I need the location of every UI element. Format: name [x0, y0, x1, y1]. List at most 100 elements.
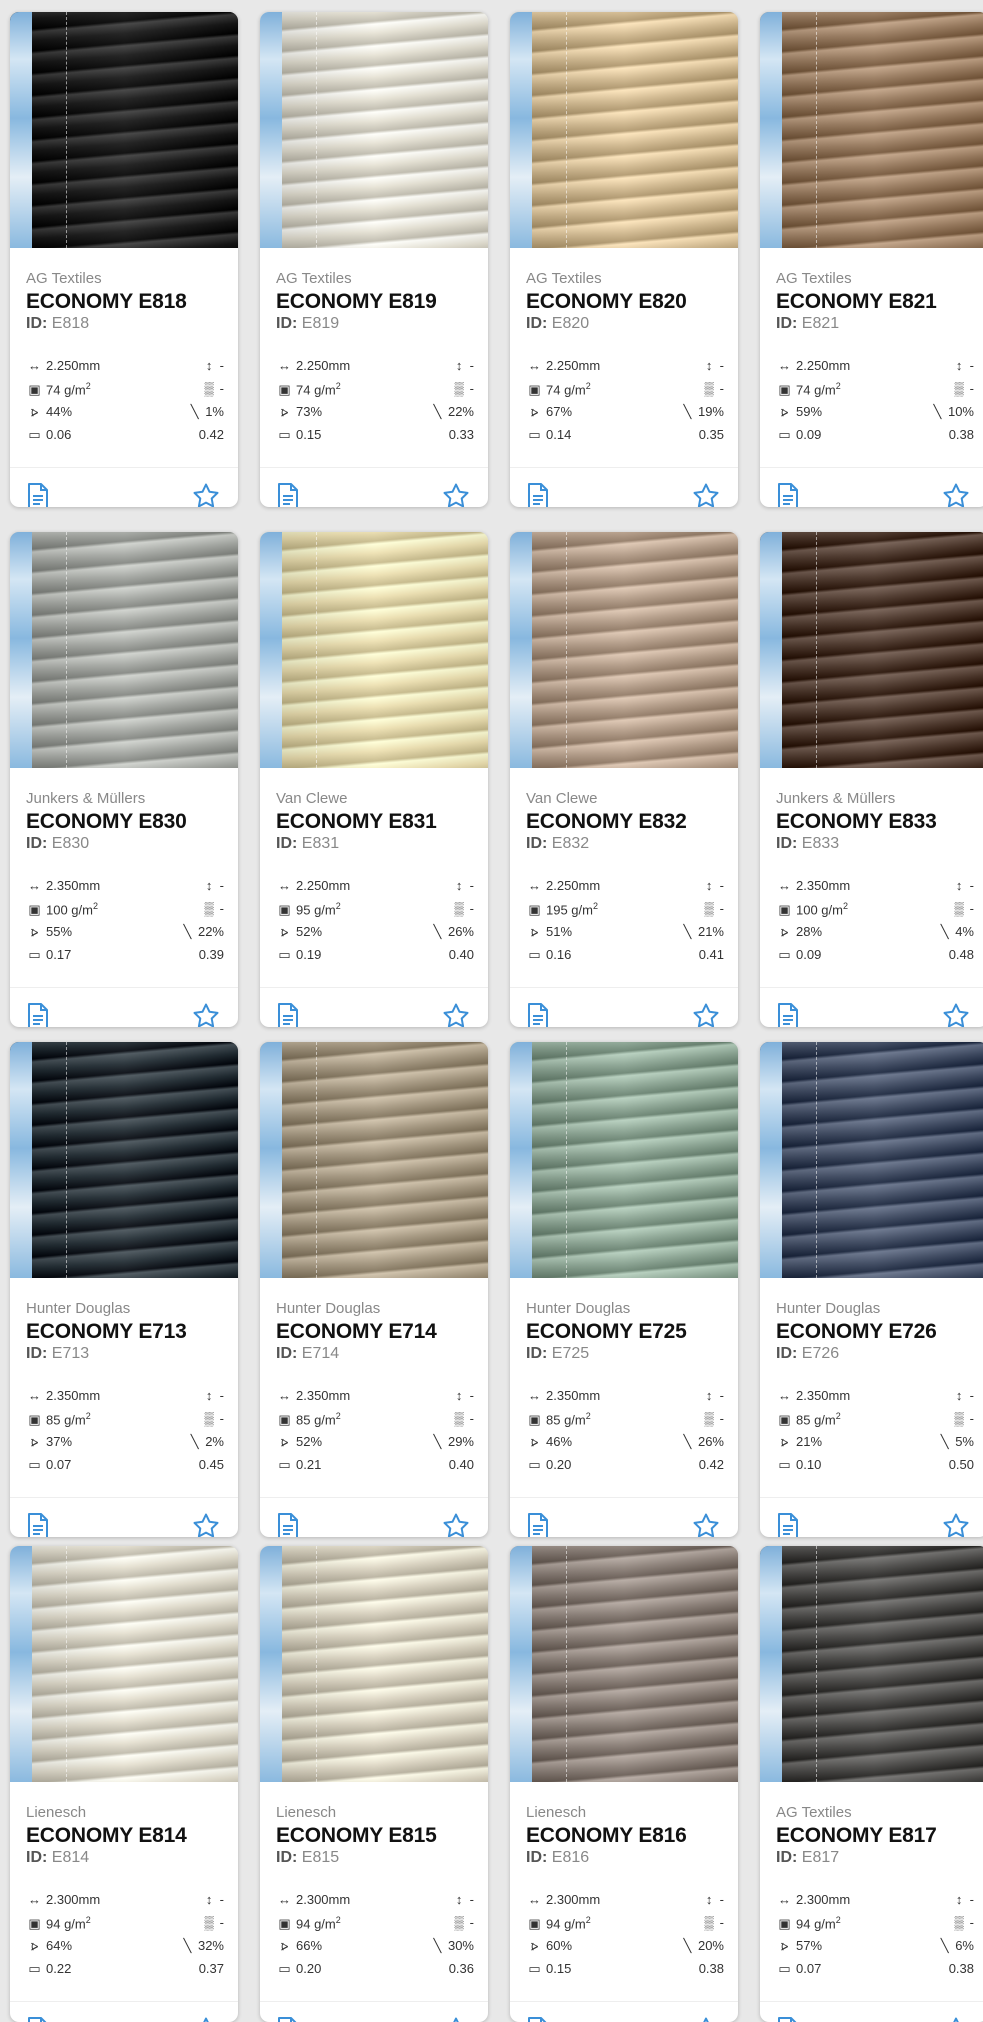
product-image[interactable]: [510, 12, 738, 248]
favorite-button[interactable]: [192, 482, 220, 507]
favorite-button[interactable]: [942, 482, 970, 507]
openness-icon: ⦠: [30, 404, 39, 419]
product-title[interactable]: ECONOMY E816: [526, 1824, 687, 1848]
spec-weight: ▣ 74 g/m2: [26, 381, 90, 398]
datasheet-button[interactable]: [526, 2016, 550, 2022]
datasheet-button[interactable]: [276, 1512, 300, 1537]
spec-height: ↕ -: [951, 878, 974, 893]
favorite-button[interactable]: [942, 1002, 970, 1027]
datasheet-button[interactable]: [526, 1512, 550, 1537]
product-image[interactable]: [760, 1042, 983, 1278]
product-card[interactable]: Lienesch ECONOMY E814 ID: E814 ↔ 2.300mm ↕ - ▣ 9…: [10, 1546, 238, 2022]
datasheet-button[interactable]: [776, 1002, 800, 1027]
favorite-button[interactable]: [192, 1002, 220, 1027]
datasheet-button[interactable]: [526, 1002, 550, 1027]
product-card[interactable]: Hunter Douglas ECONOMY E713 ID: E713 ↔ 2.350…: [10, 1042, 238, 1537]
favorite-button[interactable]: [442, 1512, 470, 1537]
datasheet-button[interactable]: [526, 482, 550, 507]
product-card[interactable]: Lienesch ECONOMY E815 ID: E815 ↔ 2.300mm ↕ - ▣ 9…: [260, 1546, 488, 2022]
spec-reflection-value: 0.50: [948, 1457, 974, 1472]
product-brand: AG Textiles: [526, 270, 602, 287]
product-title[interactable]: ECONOMY E833: [776, 810, 937, 834]
product-image[interactable]: [510, 1546, 738, 1782]
datasheet-button[interactable]: [776, 1512, 800, 1537]
product-image[interactable]: [260, 12, 488, 248]
favorite-button[interactable]: [442, 482, 470, 507]
product-card[interactable]: Lienesch ECONOMY E816 ID: E816 ↔ 2.300mm ↕ - ▣ 9…: [510, 1546, 738, 2022]
product-title[interactable]: ECONOMY E725: [526, 1320, 687, 1344]
favorite-button[interactable]: [442, 1002, 470, 1027]
datasheet-button[interactable]: [276, 482, 300, 507]
favorite-button[interactable]: [192, 2016, 220, 2022]
product-image[interactable]: [10, 1546, 238, 1782]
product-title[interactable]: ECONOMY E821: [776, 290, 937, 314]
product-image[interactable]: [10, 1042, 238, 1278]
spec-transmission-value: 32%: [197, 1938, 224, 1953]
product-card[interactable]: Van Clewe ECONOMY E831 ID: E831 ↔ 2.250mm ↕ - ▣…: [260, 532, 488, 1027]
favorite-button[interactable]: [692, 2016, 720, 2022]
product-title[interactable]: ECONOMY E814: [26, 1824, 187, 1848]
datasheet-button[interactable]: [26, 1002, 50, 1027]
product-title[interactable]: ECONOMY E830: [26, 810, 187, 834]
product-card[interactable]: Hunter Douglas ECONOMY E725 ID: E725 ↔ 2.350…: [510, 1042, 738, 1537]
product-image[interactable]: [510, 1042, 738, 1278]
product-title[interactable]: ECONOMY E820: [526, 290, 687, 314]
product-image[interactable]: [510, 532, 738, 768]
product-title[interactable]: ECONOMY E832: [526, 810, 687, 834]
product-card[interactable]: Junkers & Müllers ECONOMY E833 ID: E833 ↔ 2.…: [760, 532, 983, 1027]
height-arrow-icon: ↕: [705, 358, 713, 373]
product-card[interactable]: Van Clewe ECONOMY E832 ID: E832 ↔ 2.250mm ↕ - ▣…: [510, 532, 738, 1027]
datasheet-button[interactable]: [776, 482, 800, 507]
product-image[interactable]: [760, 1546, 983, 1782]
absorption-icon: ▭: [528, 947, 541, 962]
product-card[interactable]: Hunter Douglas ECONOMY E714 ID: E714 ↔ 2.350…: [260, 1042, 488, 1537]
favorite-button[interactable]: [942, 1512, 970, 1537]
spec-absorption-value: 0.19: [296, 947, 322, 962]
datasheet-button[interactable]: [26, 2016, 50, 2022]
product-card[interactable]: AG Textiles ECONOMY E819 ID: E819 ↔ 2.250mm ↕…: [260, 12, 488, 507]
product-title[interactable]: ECONOMY E815: [276, 1824, 437, 1848]
product-title[interactable]: ECONOMY E817: [776, 1824, 937, 1848]
product-image[interactable]: [260, 1042, 488, 1278]
product-card[interactable]: AG Textiles ECONOMY E817 ID: E817 ↔ 2.300mm ↕…: [760, 1546, 983, 2022]
spec-pattern: ▒ -: [451, 1915, 474, 1930]
product-image[interactable]: [10, 532, 238, 768]
favorite-button[interactable]: [442, 2016, 470, 2022]
product-title[interactable]: ECONOMY E818: [26, 290, 187, 314]
product-title[interactable]: ECONOMY E726: [776, 1320, 937, 1344]
datasheet-button[interactable]: [276, 1002, 300, 1027]
favorite-button[interactable]: [692, 482, 720, 507]
product-card[interactable]: AG Textiles ECONOMY E821 ID: E821 ↔ 2.250mm ↕…: [760, 12, 983, 507]
product-title[interactable]: ECONOMY E831: [276, 810, 437, 834]
favorite-button[interactable]: [692, 1512, 720, 1537]
document-icon: [778, 1003, 798, 1027]
datasheet-button[interactable]: [776, 2016, 800, 2022]
product-image[interactable]: [760, 532, 983, 768]
product-card[interactable]: Hunter Douglas ECONOMY E726 ID: E726 ↔ 2.350…: [760, 1042, 983, 1537]
pattern-icon: ▒: [704, 381, 714, 396]
favorite-button[interactable]: [192, 1512, 220, 1537]
product-id-label: ID:: [276, 1345, 298, 1362]
spec-openness: ⦠ 73%: [276, 404, 322, 420]
product-image[interactable]: [260, 532, 488, 768]
product-title[interactable]: ECONOMY E819: [276, 290, 437, 314]
weight-icon: ▣: [28, 1916, 41, 1932]
product-image[interactable]: [10, 12, 238, 248]
favorite-button[interactable]: [942, 2016, 970, 2022]
datasheet-button[interactable]: [26, 482, 50, 507]
datasheet-button[interactable]: [26, 1512, 50, 1537]
product-title[interactable]: ECONOMY E714: [276, 1320, 437, 1344]
favorite-button[interactable]: [692, 1002, 720, 1027]
product-card[interactable]: Junkers & Müllers ECONOMY E830 ID: E830 ↔ 2.…: [10, 532, 238, 1027]
spec-openness-value: 66%: [296, 1938, 323, 1953]
datasheet-button[interactable]: [276, 2016, 300, 2022]
product-card[interactable]: AG Textiles ECONOMY E818 ID: E818 ↔ 2.250mm ↕…: [10, 12, 238, 507]
width-arrows-icon: ↔: [28, 1892, 41, 1907]
product-title[interactable]: ECONOMY E713: [26, 1320, 187, 1344]
product-card[interactable]: AG Textiles ECONOMY E820 ID: E820 ↔ 2.250mm ↕…: [510, 12, 738, 507]
product-image[interactable]: [760, 12, 983, 248]
product-image[interactable]: [260, 1546, 488, 1782]
absorption-icon: ▭: [278, 947, 291, 962]
spec-absorption: ▭ 0.16: [526, 947, 571, 963]
spec-reflection-value: 0.45: [198, 1457, 224, 1472]
